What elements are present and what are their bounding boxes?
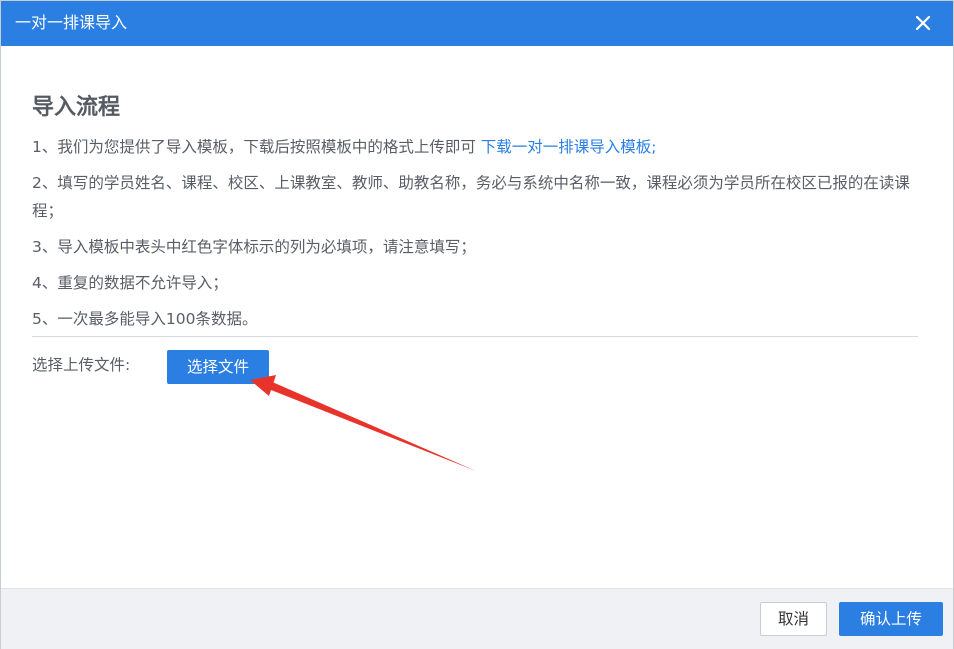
guide-step-2: 2、填写的学员姓名、课程、校区、上课教室、教师、助教名称，务必与系统中名称一致，…	[32, 174, 910, 220]
confirm-upload-button[interactable]: 确认上传	[839, 602, 943, 636]
guide-step-5: 5、一次最多能导入100条数据。	[32, 310, 258, 328]
choose-file-button[interactable]: 选择文件	[167, 350, 269, 384]
dialog-footer: 取消 确认上传	[1, 588, 953, 649]
import-dialog: 一对一排课导入 导入流程 1、我们为您提供了导入模板，下载后按照模板中的格式上传…	[0, 0, 954, 649]
dialog-titlebar: 一对一排课导入	[1, 1, 953, 46]
guide-step-1: 1、我们为您提供了导入模板，下载后按照模板中的格式上传即可 下载一对一排课导入模…	[32, 133, 922, 161]
dialog-title: 一对一排课导入	[15, 13, 128, 32]
close-button[interactable]	[911, 11, 935, 35]
guide-step-3: 3、导入模板中表头中红色字体标示的列为必填项，请注意填写；	[32, 238, 476, 256]
guide-step-1-text: 1、我们为您提供了导入模板，下载后按照模板中的格式上传即可	[32, 138, 481, 156]
cancel-button[interactable]: 取消	[760, 602, 827, 636]
upload-file-label: 选择上传文件:	[32, 356, 131, 374]
section-divider	[32, 336, 918, 337]
download-template-link[interactable]: 下载一对一排课导入模板;	[481, 138, 657, 156]
close-icon	[915, 15, 931, 31]
guide-heading: 导入流程	[32, 95, 121, 120]
guide-step-4: 4、重复的数据不允许导入；	[32, 274, 228, 292]
